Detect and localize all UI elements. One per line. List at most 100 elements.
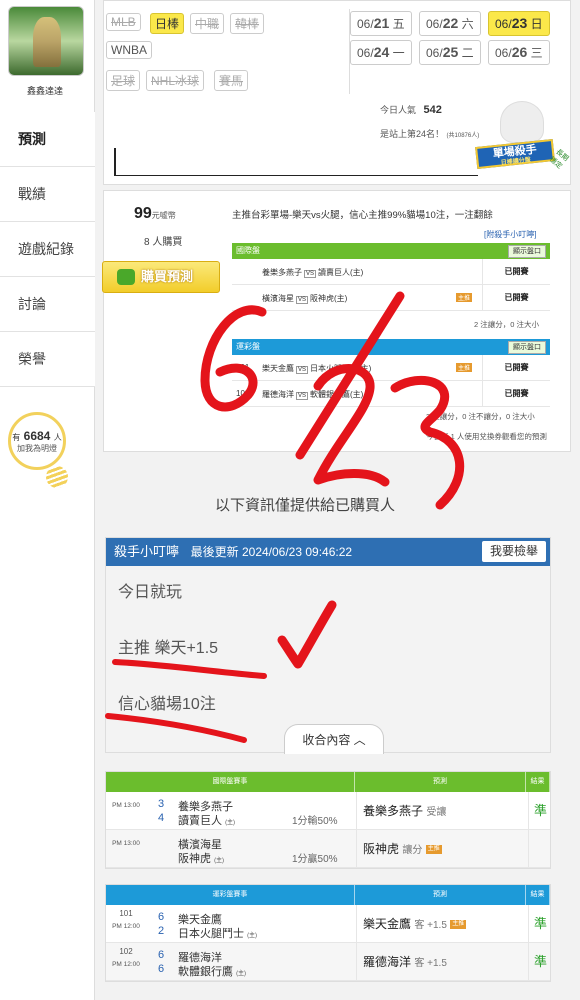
date-0621[interactable]: 06/21 五 [350, 11, 412, 36]
table-row: 101 樂天金鷹 VS 日本火腿鬥士(主) 主推 已開賽 [232, 355, 550, 381]
date-0626[interactable]: 06/26 三 [488, 40, 550, 65]
league-tab-soccer[interactable]: 足球 [106, 70, 141, 91]
tip-line: 今日就玩 [118, 584, 183, 601]
fan-count: 有 6684 人 [12, 429, 62, 443]
tips-attached-link[interactable]: [附殺手小叮嚀] [484, 229, 536, 240]
sidebar-item-record[interactable]: 戰績 [0, 167, 95, 222]
game-number: 102 [119, 947, 133, 956]
odds: 1分贏50% [292, 854, 338, 865]
league-tab-nhl[interactable]: NHL冰球 [146, 70, 205, 91]
pick: 樂天金鷹 客 +1.5 主推 [356, 905, 528, 943]
status-label: 已開賽 [482, 259, 550, 285]
game-time: PM 12:00 [112, 923, 140, 930]
result: 準 [528, 792, 552, 830]
price: 99元噓幣 [134, 205, 176, 222]
status-label: 已開賽 [482, 285, 550, 311]
fan-count-box[interactable]: 有 6684 人 加我為明燈 [8, 412, 66, 470]
avatar-figure [33, 17, 61, 67]
username[interactable]: 鑫鑫達達 [0, 84, 90, 97]
intl-table: 國際盤 顯示盤口 養樂多燕子 VS 讀賣巨人(主) 已開賽 橫濱海星 VS 阪神虎(主) … [232, 243, 550, 311]
tips-header: 殺手小叮嚀 最後更新 2024/06/23 09:46:22 我要檢舉 [106, 538, 550, 566]
killer-badge: 單場殺手 日棒讓分盤 長期穩定 [474, 101, 570, 181]
sidebar-item-discussion[interactable]: 討論 [0, 277, 95, 332]
table-row: 102 PM 12:00 6 6 羅德海洋 軟體銀行鷹 (主) 羅德海洋 客 +… [106, 943, 550, 981]
content-frame [114, 148, 478, 176]
lightbulb-icon [46, 466, 68, 488]
table-row: PM 13:00 橫濱海星 阪神虎 (主) 1分贏50% 阪神虎 讓分 主推 [106, 830, 550, 868]
intl-summary: 2 注讓分，0 注大小 [474, 320, 540, 329]
results-header: 運彩盤賽事 預測 結果 [106, 885, 550, 905]
league-tab-npb[interactable]: 日棒 [150, 13, 185, 34]
league-tab-cpbl[interactable]: 中職 [190, 13, 225, 34]
pick: 羅德海洋 客 +1.5 [356, 943, 528, 981]
main-pick-tag: 主推 [456, 293, 473, 302]
result [528, 830, 552, 868]
sidebar-item-honors[interactable]: 榮譽 [0, 332, 95, 387]
lottery-table-header: 運彩盤 顯示盤口 [232, 339, 550, 355]
result: 準 [528, 905, 552, 943]
date-0624[interactable]: 06/24 一 [350, 40, 412, 65]
prediction-description: 主推台彩單場-樂天vs火腿，信心主推99%貓場10注，一注翻餘 [232, 210, 493, 221]
team-name: 讀賣巨人 (主) [178, 815, 236, 827]
main-pick-tag: 主推 [456, 363, 473, 372]
date-0623[interactable]: 06/23 日 [488, 11, 550, 36]
sidebar-item-predictions[interactable]: 預測 [0, 112, 95, 167]
team-name: 阪神虎 (主) [178, 853, 225, 865]
team-name: 日本火腿鬥士 (主) [178, 928, 258, 940]
voucher-notice: 今日有 1 人使用兌換券觀看您的預測 [426, 432, 547, 441]
tip-line: 信心貓場10注 [118, 696, 216, 713]
score: 2 [158, 925, 165, 937]
table-row: 102 羅德海洋 VS 軟體銀行鷹(主) 已開賽 [232, 381, 550, 407]
score: 6 [158, 949, 165, 961]
killer-tips: 殺手小叮嚀 最後更新 2024/06/23 09:46:22 我要檢舉 今日就玩… [105, 537, 551, 754]
league-tab-mlb[interactable]: MLB [106, 13, 141, 31]
game-number: 101 [119, 909, 133, 918]
sidebar-item-game-history[interactable]: 遊戲紀錄 [0, 222, 95, 277]
collapse-button[interactable]: 收合內容 ︿ [284, 724, 384, 754]
follow-label: 加我為明燈 [17, 444, 57, 453]
league-tab-wnba[interactable]: WNBA [106, 41, 152, 59]
popularity-today: 今日人氣 542 [380, 104, 442, 116]
lottery-results-table: 運彩盤賽事 預測 結果 101 PM 12:00 6 2 樂天金鷹 日本火腿鬥士… [105, 884, 551, 982]
table-row: 101 PM 12:00 6 2 樂天金鷹 日本火腿鬥士 (主) 樂天金鷹 客 … [106, 905, 550, 943]
date-0625[interactable]: 06/25 二 [419, 40, 481, 65]
tips-title: 殺手小叮嚀 [114, 544, 180, 559]
buyers-only-notice: 以下資訊僅提供給已購買人 [215, 497, 396, 514]
show-odds-button[interactable]: 顯示盤口 [508, 341, 546, 354]
report-button[interactable]: 我要檢舉 [481, 541, 546, 562]
game-time: PM 12:00 [112, 961, 140, 968]
odds: 1分輸50% [292, 816, 338, 827]
pick: 阪神虎 讓分 主推 [356, 830, 528, 868]
coin-icon [117, 269, 135, 285]
main-content: MLB 日棒 中職 韓棒 WNBA 足球 NHL冰球 賽馬 06/21 五 06… [95, 0, 580, 1000]
lottery-table: 運彩盤 顯示盤口 101 樂天金鷹 VS 日本火腿鬥士(主) 主推 已開賽 102 羅… [232, 339, 550, 407]
results-header: 國際盤賽事 預測 結果 [106, 772, 550, 792]
badge-ribbon: 單場殺手 日棒讓分盤 [475, 138, 555, 170]
league-tab-horse-racing[interactable]: 賽馬 [214, 70, 249, 91]
score: 3 [158, 798, 165, 810]
status-label: 已開賽 [482, 381, 550, 407]
status-label: 已開賽 [482, 355, 550, 381]
intl-table-header: 國際盤 顯示盤口 [232, 243, 550, 259]
team-name: 軟體銀行鷹 (主) [178, 966, 247, 978]
league-date-selector: MLB 日棒 中職 韓棒 WNBA 足球 NHL冰球 賽馬 06/21 五 06… [103, 0, 571, 185]
lottery-summary: 2 注讓分，0 注不讓分，0 注大小 [426, 412, 535, 421]
table-row: 養樂多燕子 VS 讀賣巨人(主) 已開賽 [232, 259, 550, 285]
table-row: 橫濱海星 VS 阪神虎(主) 主推 已開賽 [232, 285, 550, 311]
date-0622[interactable]: 06/22 六 [419, 11, 481, 36]
score: 6 [158, 963, 165, 975]
game-time: PM 13:00 [112, 802, 140, 809]
buy-prediction-button[interactable]: 購買預測 [102, 261, 220, 293]
last-updated: 最後更新 2024/06/23 09:46:22 [190, 545, 353, 559]
league-tab-kbo[interactable]: 韓棒 [230, 13, 265, 34]
trophy-icon [500, 101, 544, 143]
buyer-count: 8 人購買 [144, 237, 183, 248]
show-odds-button[interactable]: 顯示盤口 [508, 245, 546, 258]
result: 準 [528, 943, 552, 981]
sidebar: 鑫鑫達達 預測 戰績 遊戲紀錄 討論 榮譽 有 6684 人 加我為明燈 [0, 0, 95, 1000]
game-time: PM 13:00 [112, 840, 140, 847]
pick: 養樂多燕子 受讓 [356, 792, 528, 830]
table-row: PM 13:00 3 4 養樂多燕子 讀賣巨人 (主) 1分輸50% 養樂多燕子… [106, 792, 550, 830]
score: 6 [158, 911, 165, 923]
avatar[interactable] [8, 6, 84, 76]
